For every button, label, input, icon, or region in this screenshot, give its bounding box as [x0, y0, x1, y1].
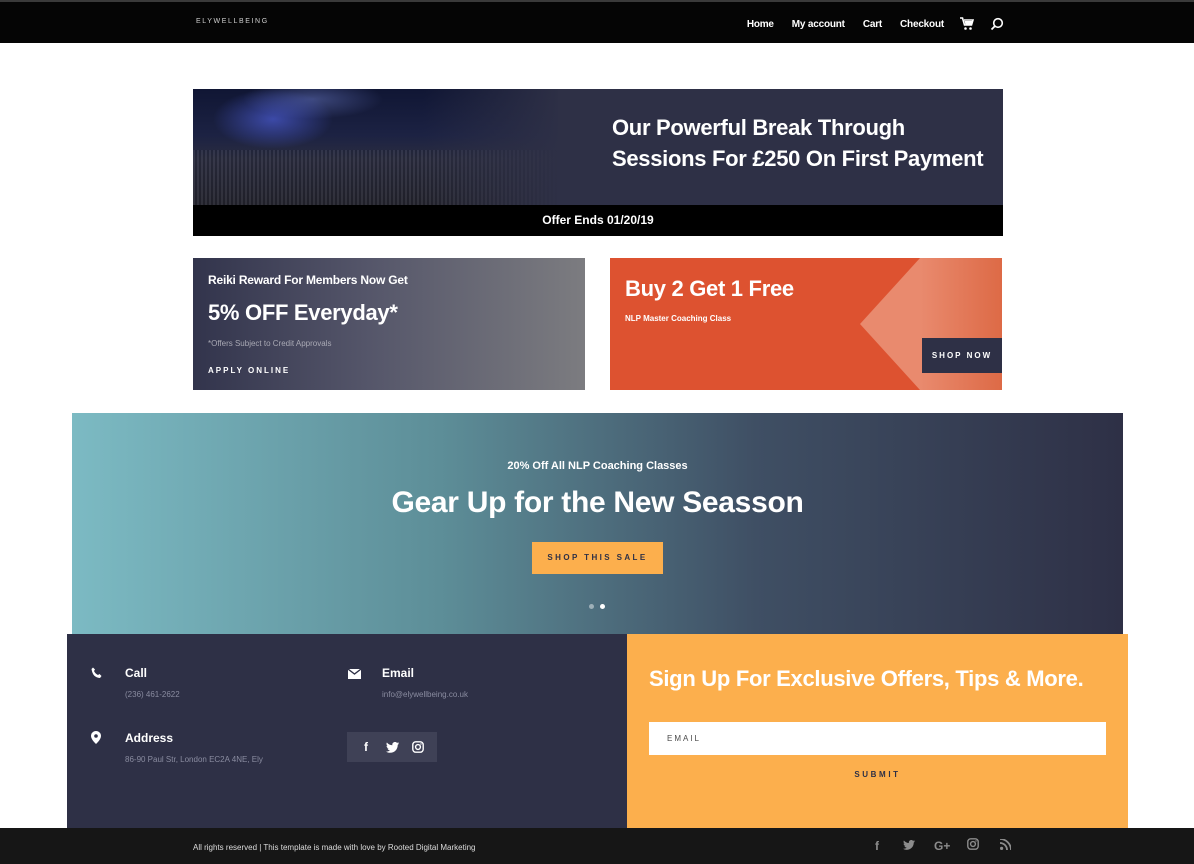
sale-slider: 20% Off All NLP Coaching Classes Gear Up… [72, 413, 1123, 634]
signup-section: Sign Up For Exclusive Offers, Tips & Mor… [627, 634, 1128, 828]
apply-online-link[interactable]: APPLY ONLINE [208, 366, 290, 375]
slider-dot-1[interactable] [589, 604, 594, 609]
email-input[interactable] [649, 722, 1106, 755]
facebook-icon[interactable]: f [870, 839, 884, 853]
contact-section: Call (236) 461-2622 Email info@elywellbe… [67, 634, 627, 828]
hero-title: Our Powerful Break Through Sessions For … [612, 115, 984, 171]
twitter-icon[interactable] [384, 739, 400, 755]
reiki-promo: Reiki Reward For Members Now Get 5% OFF … [193, 258, 585, 390]
decorative-shape [860, 258, 920, 390]
slider-title: Gear Up for the New Seasson [391, 486, 804, 519]
site-logo[interactable]: ELYWELLBEING [196, 18, 269, 25]
promo-fine-print: *Offers Subject to Credit Approvals [208, 339, 332, 348]
google-plus-icon[interactable]: G+ [934, 839, 950, 853]
main-nav: Home My account Cart Checkout [729, 17, 1004, 31]
nav-home[interactable]: Home [747, 19, 774, 30]
street-address: 86-90 Paul Str, London EC2A 4NE, Ely [125, 755, 263, 764]
signup-title: Sign Up For Exclusive Offers, Tips & Mor… [649, 666, 1084, 691]
slider-dots [589, 604, 605, 609]
shop-now-button[interactable]: SHOP NOW [922, 338, 1002, 373]
footer-social-icons: f G+ [870, 837, 1012, 853]
search-icon[interactable] [990, 17, 1004, 31]
promo-headline: Buy 2 Get 1 Free [625, 276, 794, 301]
promo-sub: NLP Master Coaching Class [625, 314, 732, 323]
email-address[interactable]: info@elywellbeing.co.uk [382, 690, 468, 699]
nav-my-account[interactable]: My account [792, 19, 845, 30]
twitter-icon[interactable] [902, 839, 916, 853]
copyright-text: All rights reserved | This template is m… [193, 843, 476, 852]
submit-button[interactable]: SUBMIT [649, 770, 1106, 779]
instagram-icon[interactable] [966, 838, 980, 853]
promo-kicker: Reiki Reward For Members Now Get [208, 273, 408, 287]
phone-number[interactable]: (236) 461-2622 [125, 690, 180, 699]
shop-this-sale-button[interactable]: SHOP THIS SALE [532, 542, 663, 574]
hero-banner[interactable]: Our Powerful Break Through Sessions For … [193, 89, 1003, 236]
social-links: f [347, 732, 437, 762]
promo-headline: 5% OFF Everyday* [208, 300, 398, 325]
offer-strip: Offer Ends 01/20/19 [193, 205, 1003, 236]
cart-icon[interactable] [960, 17, 975, 31]
envelope-icon [347, 666, 362, 679]
facebook-icon[interactable]: f [358, 739, 374, 755]
top-header: ELYWELLBEING Home My account Cart Checko… [0, 0, 1194, 43]
nlp-promo: Buy 2 Get 1 Free NLP Master Coaching Cla… [610, 258, 1002, 390]
instagram-icon[interactable] [410, 739, 426, 755]
slider-kicker: 20% Off All NLP Coaching Classes [507, 460, 688, 472]
slider-dot-2[interactable] [600, 604, 605, 609]
rss-icon[interactable] [998, 837, 1012, 853]
nav-cart[interactable]: Cart [863, 19, 882, 30]
site-footer: All rights reserved | This template is m… [0, 828, 1194, 864]
nav-checkout[interactable]: Checkout [900, 19, 944, 30]
phone-icon [91, 666, 103, 678]
location-pin-icon [91, 731, 103, 744]
